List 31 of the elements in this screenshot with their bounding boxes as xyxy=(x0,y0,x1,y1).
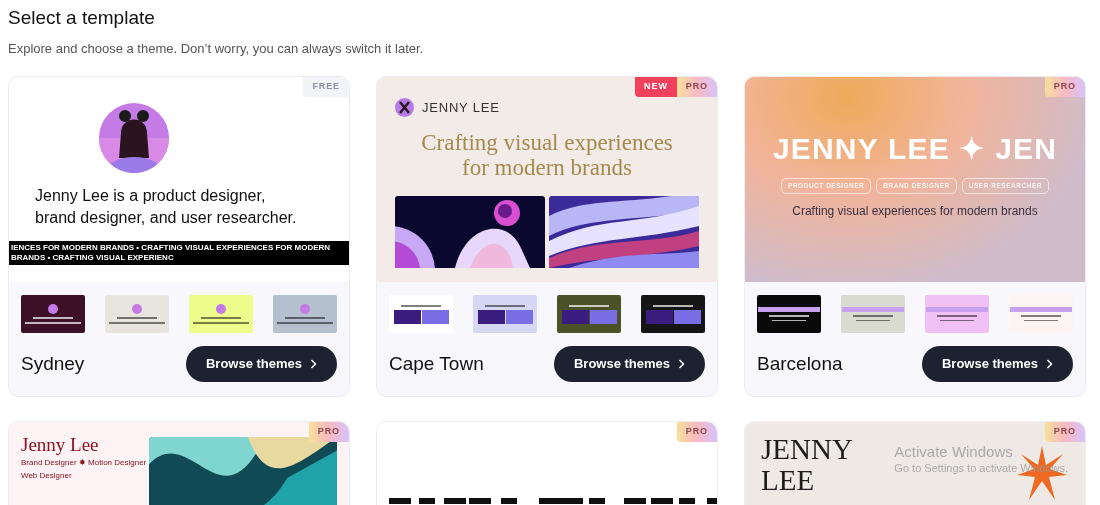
plan-badge: PRO xyxy=(676,422,717,442)
name-line: LEE xyxy=(761,465,816,496)
browse-themes-button[interactable]: Browse themes xyxy=(554,346,705,382)
template-name: Barcelona xyxy=(757,351,843,376)
role-text: Brand Designer ✸ Motion Designer xyxy=(21,457,148,469)
plan-badge: PRO xyxy=(308,422,349,442)
ticker-strip: IENCES FOR MODERN BRANDS • CRAFTING VISUAL EXPERIENCES FOR MODERN BRANDS • CRAFTING VISUAL EXPERIENC xyxy=(9,241,349,265)
template-name: Cape Town xyxy=(389,351,484,376)
template-card[interactable]: JENNY LEE Crafting visual experiences for modern brands NEW PRO Cape Town Browse themes xyxy=(376,76,718,397)
headline-text: Crafting visual experiences for modern brands xyxy=(420,129,674,180)
template-name: Sydney xyxy=(21,351,85,376)
tagline: Crafting visual experiences for modern brands xyxy=(792,202,1038,220)
wordmark: JENNY LEE ✦ JEN xyxy=(772,132,1058,166)
plan-badge: NEW xyxy=(635,77,677,97)
plan-badge: FREE xyxy=(303,77,349,97)
role-text: Web Designer xyxy=(21,470,73,482)
activation-title: Activate Windows xyxy=(894,443,1014,461)
name-line: JENNY xyxy=(761,434,853,465)
template-card[interactable]: Jenny Lee is a product designer, brand designer, and user researcher. IENCES FOR MODERN BRANDS • CRAFTING VISUAL EXPERIENCES FOR MODERN BRANDS • CRAFTING VISUAL EXPERIENC FREE Sydney Browse themes xyxy=(8,76,350,397)
template-card[interactable]: Jenny Lee Brand Designer ✸ Motion Designer Web Designer PRO xyxy=(8,421,350,505)
brand-name: JENNY LEE xyxy=(422,99,500,117)
name-title: Jenny Lee xyxy=(21,434,100,456)
bio-text: Jenny Lee is a product designer, brand designer, and user researcher. xyxy=(35,186,298,228)
browse-themes-button[interactable]: Browse themes xyxy=(186,346,337,382)
page-title: Select a template xyxy=(8,6,156,30)
plan-badge: PRO xyxy=(676,77,717,97)
template-card[interactable]: PRO xyxy=(376,421,718,505)
plan-badge: PRO xyxy=(1044,77,1085,97)
page-subtitle: Explore and choose a theme. Don’t worry, you can always switch it later. xyxy=(8,40,425,58)
browse-themes-button[interactable]: Browse themes xyxy=(922,346,1073,382)
plan-badge: PRO xyxy=(1044,422,1085,442)
